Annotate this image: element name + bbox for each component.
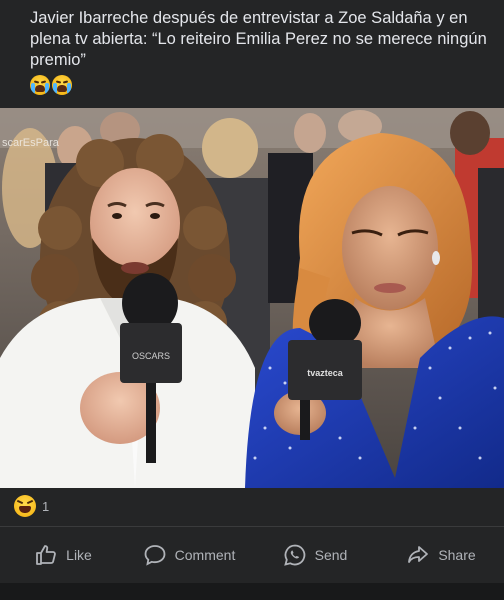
comment-label: Comment — [174, 547, 236, 563]
like-button[interactable]: Like — [0, 527, 126, 583]
post-actions: Like Comment Send Share — [0, 527, 504, 583]
send-label: Send — [314, 547, 348, 563]
share-label: Share — [438, 547, 476, 563]
share-button[interactable]: Share — [378, 527, 504, 583]
background-sign: scarEsPara — [2, 137, 60, 149]
reaction-summary[interactable]: 1 — [14, 495, 49, 517]
laughing-face-icon — [14, 495, 36, 517]
bottom-bar — [0, 583, 504, 600]
mic-logo-right: tvazteca — [307, 368, 344, 378]
loudly-crying-face-icon — [30, 75, 50, 95]
like-label: Like — [66, 547, 92, 563]
send-button[interactable]: Send — [252, 527, 378, 583]
whatsapp-icon — [283, 544, 305, 566]
red-carpet-interview-image: scarEsPara OSCARS tvazteca — [0, 108, 504, 488]
thumbs-up-icon — [36, 545, 57, 565]
share-arrow-icon — [408, 546, 429, 563]
post-caption: Javier Ibarreche después de entrevistar … — [30, 9, 487, 69]
comment-bubble-icon — [144, 545, 166, 566]
mic-logo-left: OSCARS — [132, 351, 170, 361]
comment-button[interactable]: Comment — [126, 527, 252, 583]
caption-emojis — [30, 75, 72, 95]
post-photo[interactable]: scarEsPara OSCARS tvazteca — [0, 108, 504, 488]
loudly-crying-face-icon — [52, 75, 72, 95]
reaction-count: 1 — [42, 498, 50, 514]
